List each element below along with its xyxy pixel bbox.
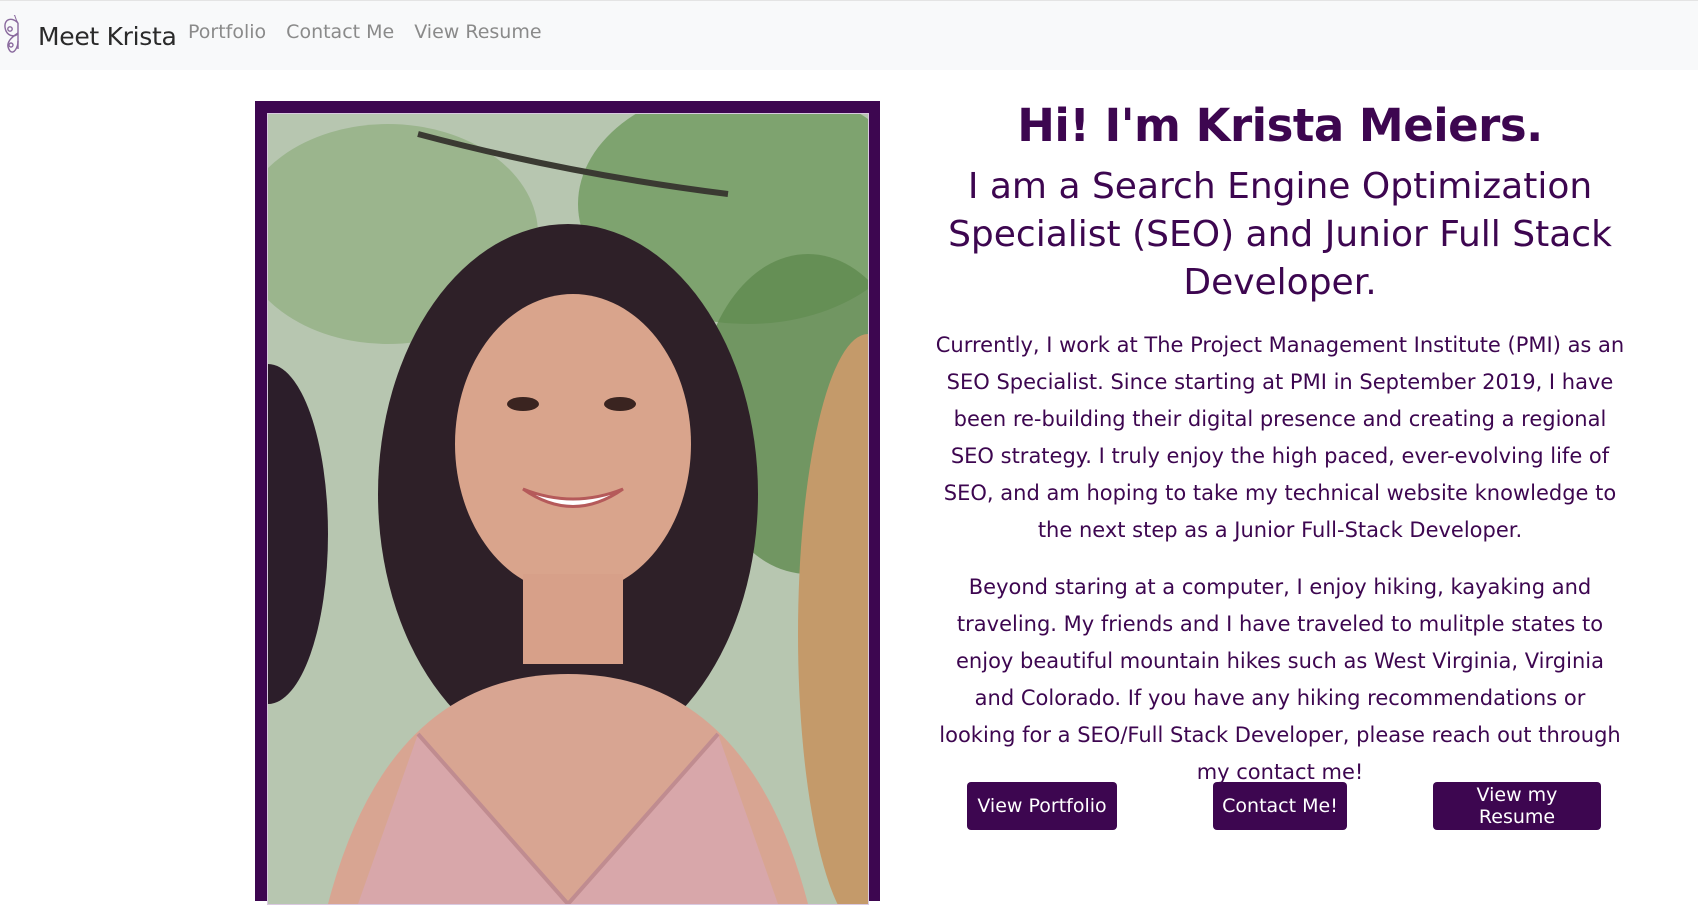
nav-links: Portfolio Contact Me View Resume bbox=[188, 21, 542, 43]
about-paragraph-hobbies: Beyond staring at a computer, I enjoy hi… bbox=[939, 575, 1621, 784]
nav-link-contact[interactable]: Contact Me bbox=[286, 21, 394, 43]
action-buttons: View Portfolio Contact Me! View my Resum… bbox=[965, 782, 1605, 830]
nav-link-portfolio[interactable]: Portfolio bbox=[188, 21, 266, 43]
view-resume-button[interactable]: View my Resume bbox=[1433, 782, 1601, 830]
page-subtitle: I am a Search Engine Optimization Specia… bbox=[948, 166, 1612, 303]
brand-link[interactable]: Meet Krista bbox=[0, 15, 177, 57]
nav-link-resume[interactable]: View Resume bbox=[414, 21, 541, 43]
navbar: Meet Krista Portfolio Contact Me View Re… bbox=[0, 0, 1698, 70]
page-title: Hi! I'm Krista Meiers. bbox=[1017, 99, 1543, 152]
view-portfolio-button[interactable]: View Portfolio bbox=[967, 782, 1117, 830]
butterfly-icon bbox=[4, 15, 19, 53]
photo-frame bbox=[255, 101, 880, 905]
contact-me-button[interactable]: Contact Me! bbox=[1213, 782, 1347, 830]
intro-section: Hi! I'm Krista Meiers. I am a Search Eng… bbox=[935, 95, 1625, 791]
portrait-image bbox=[268, 114, 868, 904]
portrait-photo bbox=[267, 113, 869, 905]
brand-name: Meet Krista bbox=[38, 21, 177, 51]
about-paragraph-work: Currently, I work at The Project Managem… bbox=[935, 333, 1625, 542]
